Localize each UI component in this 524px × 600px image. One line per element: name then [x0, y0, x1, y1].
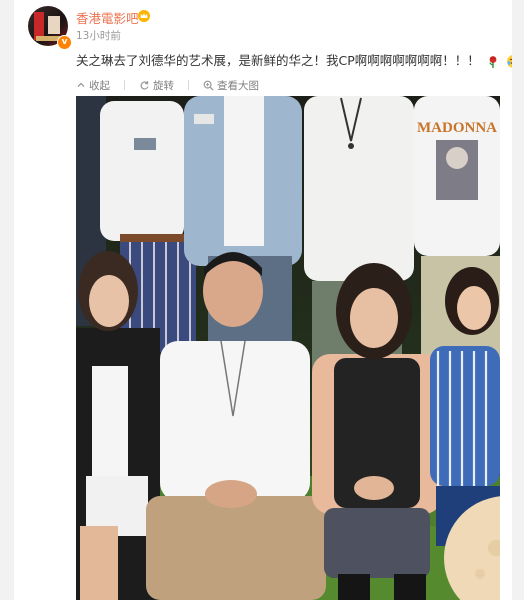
post-photo[interactable]: MADONNA [76, 96, 500, 600]
collapse-label: 收起 [89, 79, 110, 92]
rotate-icon [140, 80, 149, 90]
rotate-button[interactable]: 旋转 [139, 78, 174, 93]
shirt-text: MADONNA [417, 120, 497, 136]
collapse-button[interactable]: 收起 [76, 78, 110, 93]
crown-icon [138, 10, 150, 22]
verified-badge-icon: v [57, 35, 72, 50]
view-large-label: 查看大图 [217, 79, 259, 92]
post-text-content: 关之琳去了刘德华的艺术展，是新鲜的华之！我CP啊啊啊啊啊啊啊！！！ [76, 53, 480, 68]
toolbar-divider [188, 80, 189, 90]
view-large-button[interactable]: 查看大图 [203, 78, 259, 93]
tears-of-joy-emoji [506, 55, 512, 68]
collapse-icon [77, 82, 85, 87]
toolbar-divider [124, 80, 125, 90]
post-text: 关之琳去了刘德华的艺术展，是新鲜的华之！我CP啊啊啊啊啊啊啊！！！ [76, 50, 512, 69]
username-link[interactable]: 香港電影吧 [76, 8, 139, 27]
post-timestamp[interactable]: 13小时前 [76, 28, 121, 43]
image-toolbar: 收起 旋转 查看大图 [76, 77, 259, 93]
zoom-in-icon [203, 80, 214, 90]
rose-emoji [489, 55, 497, 68]
rotate-label: 旋转 [153, 79, 174, 92]
weibo-post-card: v 香港電影吧 13小时前 关之琳去了刘德华的艺术展，是新鲜的华之！我CP啊啊啊… [14, 0, 512, 600]
group-photo-image: MADONNA [76, 96, 500, 600]
